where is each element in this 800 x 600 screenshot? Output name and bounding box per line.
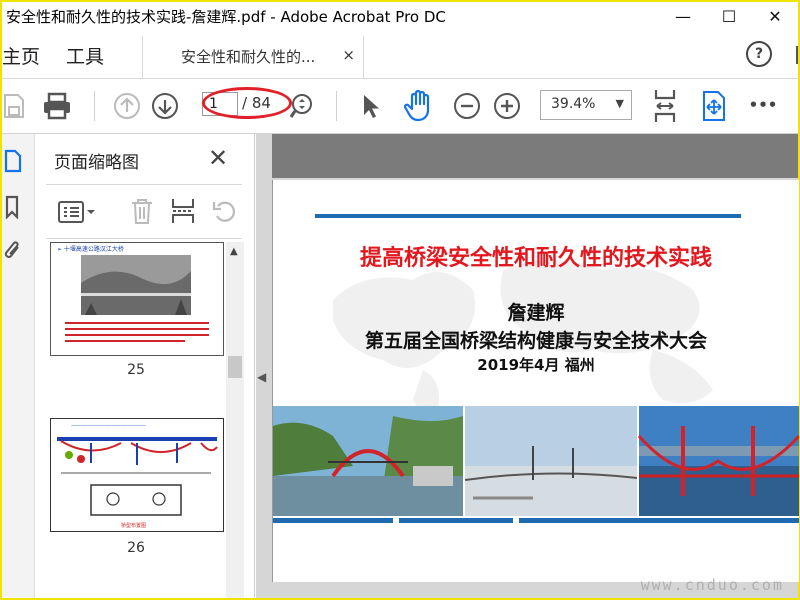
select-cursor-icon[interactable] — [358, 91, 382, 121]
viewer-top-band — [272, 134, 798, 178]
zoom-out-icon[interactable] — [452, 91, 482, 121]
attachment-icon[interactable] — [2, 238, 24, 264]
thumbnail-page-number: 26 — [127, 540, 145, 556]
scrollbar-thumb[interactable] — [228, 356, 242, 378]
thumbnail-26-heading: 桥型布置图 — [121, 522, 146, 529]
panel-title: 页面缩略图 — [54, 153, 139, 173]
tab-row-edge — [796, 46, 798, 64]
fit-width-icon[interactable] — [650, 87, 680, 125]
menu-home[interactable]: 主页 — [2, 42, 40, 69]
panel-close-button[interactable]: ✕ — [208, 144, 228, 172]
hand-tool-icon[interactable] — [402, 87, 438, 123]
page-navigation-icon[interactable] — [288, 91, 314, 121]
watermark-text: www.cnduo.com — [640, 576, 784, 594]
toolbar-divider — [336, 91, 337, 121]
panel-divider — [46, 184, 242, 185]
slide-date: 2019年4月 福州 — [477, 356, 595, 374]
rotate-icon[interactable] — [210, 196, 240, 226]
document-tab-close-button[interactable]: × — [342, 46, 355, 64]
document-viewer[interactable]: ◀ 提高桥梁安全性和耐久性的技术实践 詹建辉 第五届全国桥梁结构健康与安全技术大… — [256, 134, 799, 598]
page-thumbnails-panel: 页面缩略图 ✕ ➢ 十堰高速公路汉江大桥 25 ——————————————— … — [36, 134, 255, 598]
document-page: 提高桥梁安全性和耐久性的技术实践 詹建辉 第五届全国桥梁结构健康与安全技术大会 … — [272, 180, 799, 582]
collapse-panel-icon[interactable]: ◀ — [257, 370, 266, 384]
document-tab[interactable]: 安全性和耐久性的... × — [142, 36, 364, 78]
thumbnail-page-26-preview: ——————————————— 桥型布置图 — [51, 419, 223, 531]
close-window-button[interactable]: ✕ — [752, 2, 798, 30]
bookmark-icon[interactable] — [2, 194, 24, 220]
help-button[interactable]: ? — [746, 41, 772, 67]
chevron-down-icon: ▼ — [615, 97, 624, 110]
print-icon[interactable] — [40, 89, 74, 123]
bridge-photo-strip — [273, 406, 799, 516]
fit-page-icon[interactable] — [698, 89, 730, 123]
maximize-button[interactable]: ☐ — [706, 2, 752, 30]
thumbnail-page-25[interactable]: ➢ 十堰高速公路汉江大桥 — [50, 242, 224, 356]
chevron-up-icon[interactable]: ▲ — [230, 246, 238, 257]
thumbnail-list: ➢ 十堰高速公路汉江大桥 25 ——————————————— 桥型布置图 26 — [36, 240, 254, 598]
minimize-button[interactable]: — — [660, 2, 706, 30]
thumbnail-page-number: 25 — [127, 362, 145, 378]
zoom-in-icon[interactable] — [492, 91, 522, 121]
tab-row: 主页 工具 安全性和耐久性的... × ? — [2, 30, 798, 79]
document-tab-label: 安全性和耐久性的... — [181, 48, 316, 66]
slide-author: 詹建辉 — [507, 302, 565, 324]
slide-title: 提高桥梁安全性和耐久性的技术实践 — [359, 246, 712, 271]
window-title: 安全性和耐久性的技术实践-詹建辉.pdf - Adobe Acrobat Pro… — [6, 7, 446, 26]
more-tools-button[interactable]: ••• — [748, 93, 778, 117]
slide-top-rule — [315, 214, 741, 218]
toolbar-divider — [94, 91, 95, 121]
trash-icon[interactable] — [128, 196, 156, 226]
next-page-icon[interactable] — [150, 91, 180, 121]
insert-page-icon[interactable] — [168, 196, 198, 226]
thumbnail-page-26[interactable]: ——————————————— 桥型布置图 — [50, 418, 224, 532]
thumbnail-page-25-preview: ➢ 十堰高速公路汉江大桥 — [51, 243, 223, 355]
thumbnail-scrollbar[interactable]: ▲ — [226, 242, 244, 598]
thumbnail-options-icon[interactable] — [56, 198, 98, 226]
zoom-level-value: 39.4% — [551, 96, 596, 112]
slide-bottom-bars — [273, 518, 799, 523]
main-toolbar: 1 / 84 39.4% ▼ ••• — [2, 79, 798, 134]
thumbnail-25-heading: ➢ 十堰高速公路汉江大桥 — [57, 245, 124, 253]
zoom-level-select[interactable]: 39.4% ▼ — [540, 90, 632, 120]
page-thumbnails-icon[interactable] — [2, 148, 24, 174]
previous-page-icon[interactable] — [112, 91, 142, 121]
left-navigation-rail — [2, 134, 35, 598]
save-icon[interactable] — [2, 91, 26, 121]
slide-conference: 第五届全国桥梁结构健康与安全技术大会 — [364, 330, 707, 352]
window-controls: — ☐ ✕ — [660, 2, 798, 30]
title-bar: 安全性和耐久性的技术实践-詹建辉.pdf - Adobe Acrobat Pro… — [2, 2, 798, 30]
panel-toolbar — [36, 192, 254, 232]
svg-text:———————————————: ——————————————— — [71, 423, 146, 429]
menu-tools[interactable]: 工具 — [66, 42, 104, 69]
panel-divider — [46, 238, 242, 239]
page-number-highlight-circle — [202, 87, 292, 119]
